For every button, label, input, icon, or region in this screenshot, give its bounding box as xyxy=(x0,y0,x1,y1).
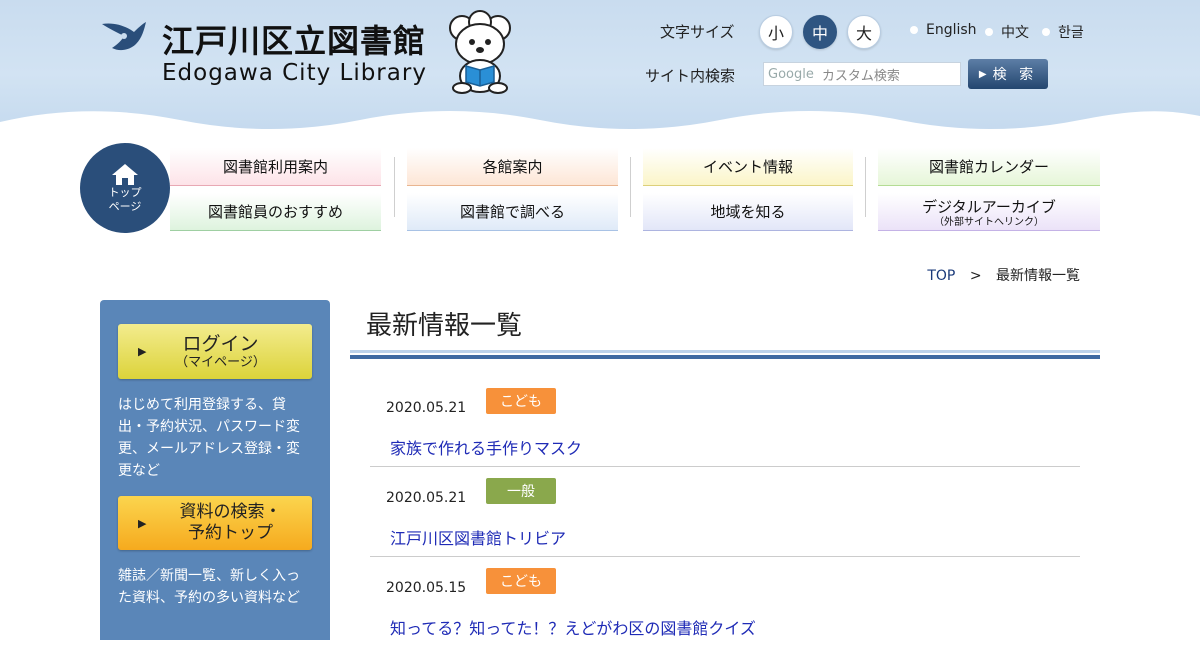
bullet-icon xyxy=(985,28,993,36)
login-description: はじめて利用登録する、貸出・予約状況、パスワード変更、メールアドレス登録・変更な… xyxy=(118,397,300,479)
site-header: 江戸川区立図書館 Edogawa City Library 文字サイズ 小 中 … xyxy=(0,0,1200,135)
home-label-2: ページ xyxy=(108,200,142,213)
news-item: 2020.05.21 一般 江戸川区図書館トリビア xyxy=(370,478,1080,580)
home-label-1: トップ xyxy=(108,186,142,199)
nav-divider xyxy=(865,157,866,217)
font-size-label: 文字サイズ xyxy=(660,23,735,41)
catalog-search-label-1: 資料の検索・ xyxy=(179,502,282,522)
bullet-icon xyxy=(1042,28,1050,36)
site-search-input[interactable]: Google カスタム検索 xyxy=(763,62,961,86)
site-search-label: サイト内検索 xyxy=(645,67,736,85)
search-button-label: 検 索 xyxy=(992,67,1038,83)
breadcrumb-top-link[interactable]: TOP xyxy=(927,268,955,284)
bullet-icon xyxy=(910,26,918,34)
lang-chinese-link[interactable]: 中文 xyxy=(985,22,1029,42)
news-category-badge: こども xyxy=(486,388,556,414)
news-divider xyxy=(370,556,1080,557)
nav-digital-archive[interactable]: デジタルアーカイブ （外部サイトへリンク） xyxy=(878,193,1100,231)
catalog-search-label-2: 予約トップ xyxy=(187,523,273,543)
nav-librarian-picks[interactable]: 図書館員のおすすめ xyxy=(170,193,381,231)
search-button[interactable]: ▶ 検 索 xyxy=(968,59,1048,89)
lang-label: 한글 xyxy=(1058,25,1084,41)
news-date: 2020.05.21 xyxy=(386,400,467,416)
site-title[interactable]: 江戸川区立図書館 xyxy=(162,16,426,62)
news-item: 2020.05.15 こども 知ってる？知ってた！？えどがわ区の図書館クイズ xyxy=(370,568,1080,670)
nav-divider xyxy=(630,157,631,217)
lang-label: English xyxy=(926,22,977,38)
breadcrumb: TOP > 最新情報一覧 xyxy=(927,265,1080,285)
lang-korean-link[interactable]: 한글 xyxy=(1042,22,1084,42)
news-title-link[interactable]: 知ってる？知ってた！？えどがわ区の図書館クイズ xyxy=(390,615,756,639)
font-size-large-button[interactable]: 大 xyxy=(847,15,881,49)
login-label: ログイン xyxy=(182,332,259,355)
nav-local-info[interactable]: 地域を知る xyxy=(643,193,853,231)
nav-events[interactable]: イベント情報 xyxy=(643,148,853,186)
news-title-link[interactable]: 家族で作れる手作りマスク xyxy=(390,435,582,459)
header-wave xyxy=(0,111,1200,135)
font-size-medium-button[interactable]: 中 xyxy=(803,15,837,49)
catalog-search-description: 雑誌／新聞一覧、新しく入った資料、予約の多い資料など xyxy=(118,568,300,606)
lang-label: 中文 xyxy=(1001,25,1029,41)
nav-divider xyxy=(394,157,395,217)
news-item: 2020.05.21 こども 家族で作れる手作りマスク xyxy=(370,388,1080,490)
news-divider xyxy=(370,466,1080,467)
nav-calendar[interactable]: 図書館カレンダー xyxy=(878,148,1100,186)
news-date: 2020.05.21 xyxy=(386,490,467,506)
catalog-search-button[interactable]: ▶ 資料の検索・ 予約トップ xyxy=(118,496,312,550)
news-date: 2020.05.15 xyxy=(386,580,467,596)
nav-branches[interactable]: 各館案内 xyxy=(407,148,618,186)
nav-research[interactable]: 図書館で調べる xyxy=(407,193,618,231)
home-button[interactable]: トップ ページ xyxy=(80,143,170,233)
breadcrumb-separator: > xyxy=(969,268,982,284)
login-sublabel: （マイページ） xyxy=(175,354,266,370)
font-size-small-button[interactable]: 小 xyxy=(759,15,793,49)
nav-archive-sublabel: （外部サイトへリンク） xyxy=(934,216,1044,228)
title-underline xyxy=(350,350,1100,359)
breadcrumb-current: 最新情報一覧 xyxy=(996,268,1080,284)
nav-library-guide[interactable]: 図書館利用案内 xyxy=(170,148,381,186)
nav-archive-label: デジタルアーカイブ xyxy=(922,197,1056,216)
google-brand: Google xyxy=(768,66,814,82)
house-icon xyxy=(112,164,138,185)
news-category-badge: こども xyxy=(486,568,556,594)
play-icon: ▶ xyxy=(138,345,147,358)
play-icon: ▶ xyxy=(978,68,987,80)
sidebar: ▶ ログイン （マイページ） はじめて利用登録する、貸出・予約状況、パスワード変… xyxy=(100,300,330,640)
page-title: 最新情報一覧 xyxy=(366,311,523,341)
edogawa-logo-icon[interactable] xyxy=(100,20,148,54)
login-button[interactable]: ▶ ログイン （マイページ） xyxy=(118,324,312,379)
site-title-english[interactable]: Edogawa City Library xyxy=(162,60,427,86)
search-placeholder: カスタム検索 xyxy=(821,68,900,84)
play-icon: ▶ xyxy=(138,516,147,530)
mascot-dog-icon xyxy=(449,10,511,94)
news-category-badge: 一般 xyxy=(486,478,556,504)
lang-english-link[interactable]: English xyxy=(910,22,977,38)
news-title-link[interactable]: 江戸川区図書館トリビア xyxy=(390,525,566,549)
